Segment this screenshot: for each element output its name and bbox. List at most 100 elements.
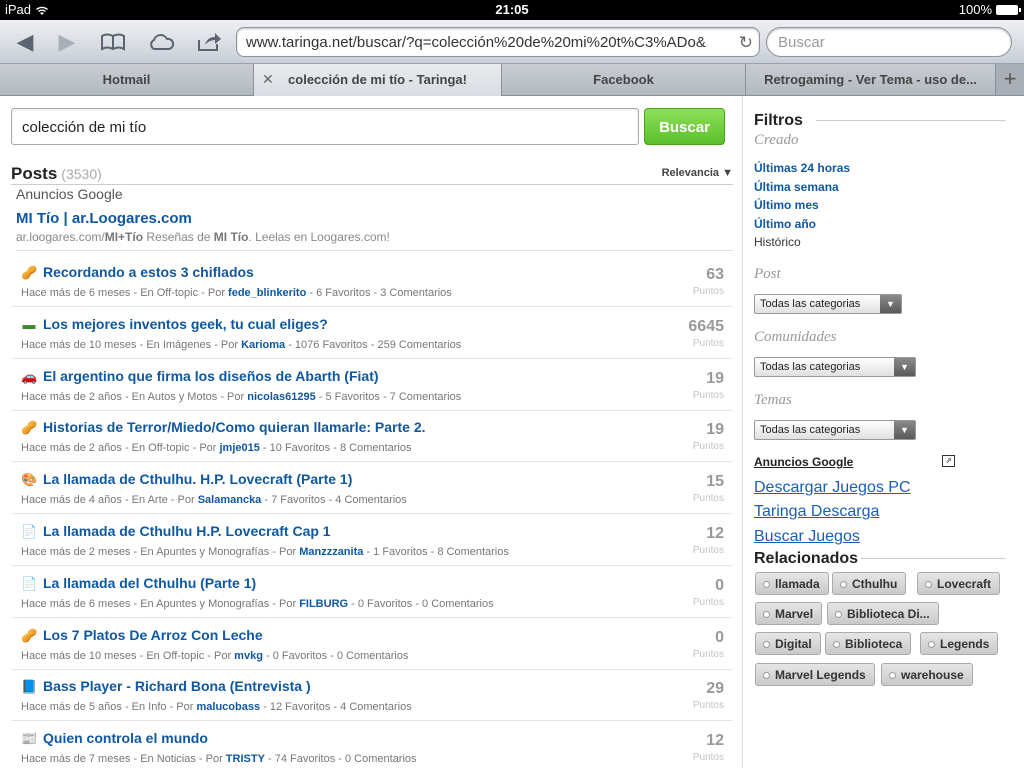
result-title-link[interactable]: Los 7 Platos De Arroz Con Leche [43, 627, 263, 643]
comunidades-label: Comunidades [754, 329, 837, 345]
ad-link-descargar[interactable]: Descargar Juegos PC [754, 479, 911, 497]
result-author-link[interactable]: Manzzzanita [299, 546, 363, 558]
result-meta-text: Hace más de 6 meses - En Apuntes y Monog… [21, 598, 300, 610]
result-points: 12 [706, 525, 724, 542]
result-meta-text: Hace más de 10 meses - En Off-topic - Po… [21, 650, 235, 662]
result-title-link[interactable]: La llamada de Cthulhu. H.P. Lovecraft (P… [43, 471, 352, 487]
result-meta: Hace más de 4 años - En Arte - Por Salam… [21, 494, 407, 506]
result-title-link[interactable]: La llamada de Cthulhu H.P. Lovecraft Cap… [43, 523, 331, 539]
back-icon[interactable]: ◀ [8, 28, 42, 56]
result-meta: Hace más de 10 meses - En Off-topic - Po… [21, 650, 408, 662]
result-author-link[interactable]: mvkg [234, 650, 263, 662]
comunidades-select[interactable]: Todas las categorias ▼ [754, 357, 916, 377]
tag-chip[interactable]: llamada [755, 572, 829, 595]
result-row: 🎨 La llamada de Cthulhu. H.P. Lovecraft (… [11, 462, 733, 514]
tag-chip[interactable]: Lovecraft [917, 572, 1001, 595]
filter-year-link[interactable]: Último año [754, 217, 816, 231]
ad-link-buscar[interactable]: Buscar Juegos [754, 528, 860, 546]
ad-title-link[interactable]: MI Tío | ar.Loogares.com [16, 210, 733, 227]
tag-chip[interactable]: Biblioteca [825, 632, 912, 655]
ad-description: ar.loogares.com/MI+Tío Reseñas de MI Tío… [16, 230, 733, 244]
tab-facebook[interactable]: Facebook [502, 64, 746, 95]
result-author-link[interactable]: nicolas61295 [247, 391, 316, 403]
result-points: 12 [706, 732, 724, 749]
close-tab-icon[interactable]: ✕ [262, 71, 274, 88]
temas-select[interactable]: Todas las categorias ▼ [754, 420, 916, 440]
ads-label: Anuncios Google [16, 186, 123, 202]
posts-count: (3530) [61, 166, 102, 182]
result-meta: Hace más de 5 años - En Info - Por maluc… [21, 701, 412, 713]
search-button[interactable]: Buscar [644, 108, 725, 145]
result-meta: Hace más de 7 meses - En Noticias - Por … [21, 753, 417, 765]
filter-week-link[interactable]: Última semana [754, 180, 839, 194]
result-points: 19 [706, 370, 724, 387]
result-points-label: Puntos [692, 545, 724, 556]
chevron-down-icon: ▼ [894, 421, 915, 439]
result-title-link[interactable]: La llamada del Cthulhu (Parte 1) [43, 575, 256, 591]
result-title-link[interactable]: Historias de Terror/Miedo/Como quieran l… [43, 419, 426, 435]
ad-url: ar.loogares.com/ [16, 230, 105, 244]
tag-chip[interactable]: Marvel [755, 602, 823, 625]
url-field[interactable]: www.taringa.net/buscar/?q=colección%20de… [236, 27, 760, 57]
share-icon[interactable] [192, 28, 226, 56]
result-author-link[interactable]: jmje015 [220, 442, 260, 454]
result-author-link[interactable]: Karioma [241, 339, 285, 351]
result-meta-text: Hace más de 7 meses - En Noticias - Por [21, 753, 226, 765]
result-meta-text: Hace más de 10 meses - En Imágenes - Por [21, 339, 242, 351]
query-input[interactable]: colección de mi tío [11, 108, 639, 145]
result-points-label: Puntos [692, 338, 724, 349]
reload-icon[interactable]: ↻ [739, 33, 753, 53]
bookmarks-icon[interactable] [96, 28, 130, 56]
result-points: 6645 [688, 318, 724, 335]
tag-chip[interactable]: Cthulhu [832, 572, 907, 595]
tag-chip[interactable]: Biblioteca Di... [827, 602, 939, 625]
new-tab-button[interactable]: + [996, 64, 1024, 95]
filter-24h-link[interactable]: Últimas 24 horas [754, 161, 850, 175]
posts-title: Posts [11, 164, 58, 183]
result-title-link[interactable]: Los mejores inventos geek, tu cual elige… [43, 316, 328, 332]
tab-taringa[interactable]: ✕ colección de mi tío - Taringa! [254, 64, 502, 96]
result-points: 0 [715, 577, 724, 594]
result-row: 🥜 Historias de Terror/Miedo/Como quieran … [11, 410, 733, 462]
tab-hotmail[interactable]: Hotmail [0, 64, 254, 95]
post-category-select[interactable]: Todas las categorias ▼ [754, 294, 902, 314]
result-row: 📘 Bass Player - Richard Bona (Entrevista … [11, 669, 733, 721]
result-author-link[interactable]: TRISTY [226, 753, 265, 765]
battery-icon [996, 4, 1021, 15]
divider [816, 120, 1006, 121]
sponsored-result: MI Tío | ar.Loogares.com ar.loogares.com… [16, 210, 733, 251]
ad-desc-pre: Reseñas de [143, 230, 214, 244]
result-title-link[interactable]: Bass Player - Richard Bona (Entrevista ) [43, 678, 311, 694]
ad-desc-bold: MI Tío [213, 230, 249, 244]
result-author-link[interactable]: fede_blinkerito [228, 287, 306, 299]
post-label: Post [754, 266, 781, 282]
tag-chip[interactable]: Marvel Legends [755, 663, 875, 686]
status-time: 21:05 [495, 2, 529, 17]
ad-link-taringa[interactable]: Taringa Descarga [754, 503, 879, 521]
result-author-link[interactable]: Salamancka [198, 494, 262, 506]
tag-chip[interactable]: Legends [920, 632, 999, 655]
sidebar-ads-title[interactable]: Anuncios Google [754, 455, 853, 469]
cloud-icon[interactable] [144, 28, 178, 56]
battery-status: 100% [959, 2, 1021, 17]
sort-dropdown[interactable]: Relevancia ▼ [662, 167, 733, 179]
result-title-link[interactable]: Recordando a estos 3 chiflados [43, 264, 254, 280]
result-points-label: Puntos [692, 286, 724, 297]
result-title-link[interactable]: Quien controla el mundo [43, 730, 208, 746]
filter-historic[interactable]: Histórico [754, 235, 801, 249]
result-author-link[interactable]: FILBURG [299, 598, 348, 610]
result-title-link[interactable]: El argentino que firma los diseños de Ab… [43, 368, 379, 384]
tag-chip[interactable]: warehouse [881, 663, 973, 686]
result-meta-stats: - 1 Favoritos - 8 Comentarios [363, 546, 509, 558]
filter-month-link[interactable]: Último mes [754, 198, 819, 212]
tag-chip[interactable]: Digital [755, 632, 821, 655]
result-meta-stats: - 7 Favoritos - 4 Comentarios [261, 494, 407, 506]
result-meta-stats: - 12 Favoritos - 4 Comentarios [260, 701, 412, 713]
result-author-link[interactable]: malucobass [196, 701, 260, 713]
external-link-icon[interactable]: ⇗ [942, 455, 955, 467]
browser-search-input[interactable]: Buscar [766, 27, 1012, 57]
tab-retrogaming[interactable]: Retrogaming - Ver Tema - uso de... [746, 64, 996, 95]
forward-icon[interactable]: ▶ [50, 28, 84, 56]
divider [861, 558, 1006, 559]
result-meta: Hace más de 2 años - En Autos y Motos - … [21, 391, 461, 403]
